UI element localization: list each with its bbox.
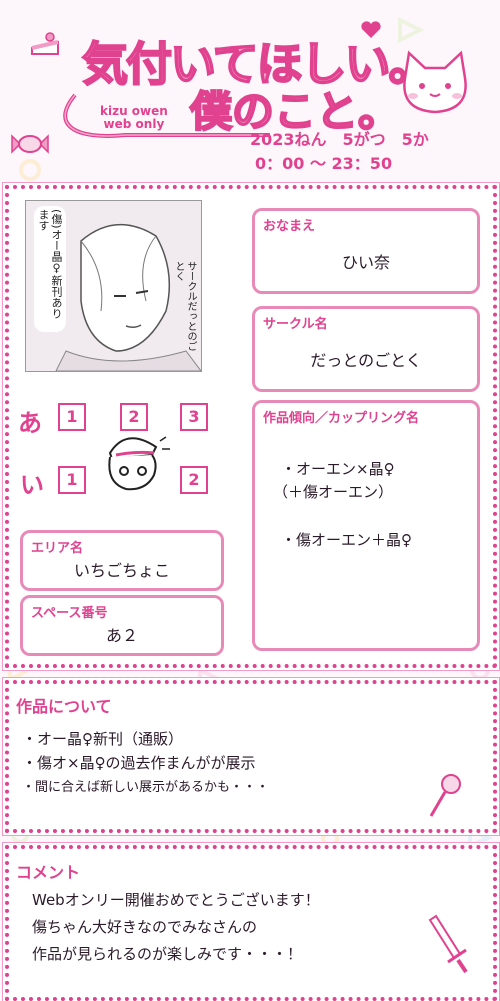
about-works-line1: ・オー晶♀新刊（通販）: [22, 730, 183, 748]
genre-line2: （＋傷オーエン）: [273, 483, 394, 501]
genre-label: 作品傾向／カップリング名: [263, 411, 420, 426]
about-works-line2: ・傷オ×晶♀の過去作まんがが展示: [22, 754, 256, 772]
comment-title: コメント: [16, 863, 81, 882]
circle-name-label: サークル名: [263, 317, 328, 332]
name-value: ひい奈: [341, 253, 390, 272]
seat-i2: 2: [180, 466, 208, 494]
genre-field: 作品傾向／カップリング名 ・オーエン×晶♀ （＋傷オーエン） ・傷オーエン＋晶♀: [252, 400, 480, 651]
dagger-icon: [428, 914, 468, 974]
space-number-value: あ２: [105, 626, 138, 645]
comment-line2: 傷ちゃん大好きなのでみなさんの: [32, 918, 258, 936]
space-number-field: スペース番号 あ２: [20, 595, 224, 656]
area-value: いちごちょこ: [73, 561, 170, 580]
seat-a3: 3: [180, 403, 208, 431]
circle-name-value: だっとのごとく: [310, 351, 422, 370]
manga-illustration: (傷)オー晶♀新刊あります サークルだっとのごとく: [25, 200, 202, 372]
seat-row-a-label: あ: [18, 409, 42, 437]
cat-face-icon: [403, 50, 467, 114]
area-label: エリア名: [31, 541, 84, 556]
comment-line3: 作品が見られるのが楽しみです・・・！: [32, 945, 303, 963]
event-date: 2023ねん 5がつ 5か: [250, 130, 429, 149]
genre-line1: ・オーエン×晶♀: [281, 460, 395, 478]
magic-wand-icon: [429, 774, 461, 817]
chibi-character-icon: [108, 436, 170, 491]
genre-line3: ・傷オーエン＋晶♀: [281, 531, 412, 549]
area-field: エリア名 いちごちょこ: [20, 530, 224, 591]
logo-underline-swirl: [63, 93, 270, 138]
name-label: おなまえ: [263, 219, 316, 234]
name-field: おなまえ ひい奈: [252, 208, 480, 294]
speech-bubble-right: サークルだっとのごとく: [173, 261, 196, 351]
seat-row-i-label: い: [20, 471, 44, 499]
candy-icon: [11, 134, 49, 154]
heart-icon: [361, 21, 381, 38]
cake-icon: [31, 32, 59, 55]
seat-i1: 1: [58, 466, 86, 494]
circle-name-field: サークル名 だっとのごとく: [252, 306, 480, 392]
event-time: 0：00 ～ 23：50: [255, 154, 393, 173]
comment-line1: Webオンリー開催おめでとうございます！: [32, 891, 320, 909]
seat-a1: 1: [58, 403, 86, 431]
speech-bubble-left: (傷)オー晶♀新刊あります: [34, 206, 66, 332]
about-works-line3: ・間に合えば新しい展示があるかも・・・: [22, 780, 270, 795]
space-number-label: スペース番号: [31, 606, 108, 621]
about-works-title: 作品について: [16, 697, 112, 716]
